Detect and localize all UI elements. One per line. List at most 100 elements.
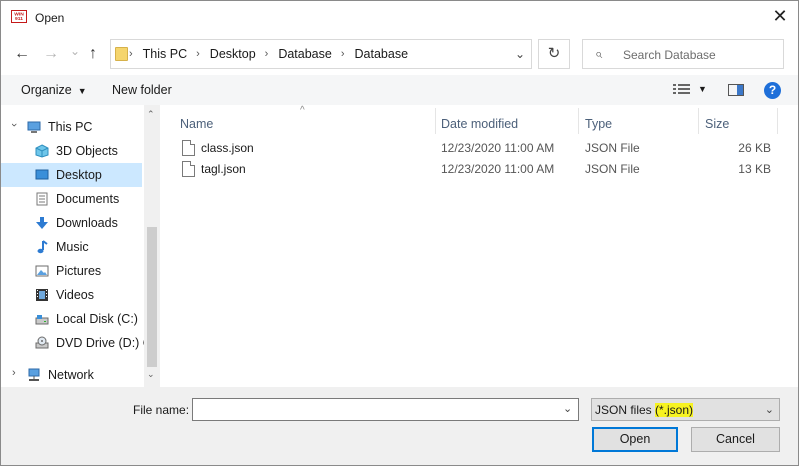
sidebar-item-label: Music xyxy=(56,240,89,254)
column-divider[interactable] xyxy=(777,108,778,134)
help-icon[interactable]: ? xyxy=(764,82,781,99)
caret-down-icon: ▼ xyxy=(77,86,87,96)
sidebar-item-local-disk[interactable]: Local Disk (C:) xyxy=(1,307,142,331)
preview-pane-icon[interactable] xyxy=(728,84,744,96)
file-name-field[interactable] xyxy=(192,398,579,421)
dvd-icon xyxy=(35,336,49,349)
document-icon xyxy=(36,192,48,206)
file-row[interactable]: class.json 12/23/2020 11:00 AM JSON File… xyxy=(160,138,780,159)
back-button[interactable]: ← xyxy=(14,46,30,62)
sidebar-item-this-pc[interactable]: › This PC xyxy=(1,115,142,139)
expand-chevron-icon[interactable]: › xyxy=(8,123,20,127)
sidebar-item-downloads[interactable]: Downloads xyxy=(1,211,142,235)
recent-locations-button[interactable]: ⌄ xyxy=(70,43,80,59)
sidebar-item-label: DVD Drive (D:) C xyxy=(56,336,144,350)
search-box[interactable]: ⌕ Search Database xyxy=(582,39,784,69)
column-divider[interactable] xyxy=(435,108,436,134)
expand-chevron-icon[interactable]: › xyxy=(12,367,16,379)
file-name: class.json xyxy=(201,141,254,155)
file-type-extension: (*.json) xyxy=(655,403,694,417)
app-logo-text: WIN 911 xyxy=(14,12,24,22)
file-row[interactable]: tagl.json 12/23/2020 11:00 AM JSON File … xyxy=(160,159,780,180)
column-divider[interactable] xyxy=(698,108,699,134)
file-type: JSON File xyxy=(585,162,640,176)
breadcrumb-this-pc[interactable]: This PC xyxy=(143,47,187,61)
download-icon xyxy=(36,217,48,229)
address-dropdown-icon[interactable]: ⌄ xyxy=(515,47,525,61)
sidebar-item-network[interactable]: › Network xyxy=(1,363,142,387)
sidebar-item-3d-objects[interactable]: 3D Objects xyxy=(1,139,142,163)
address-bar[interactable]: › This PC › Desktop › Database › Databas… xyxy=(110,39,532,69)
sidebar-item-label: 3D Objects xyxy=(56,144,118,158)
file-name-label: File name: xyxy=(133,403,190,417)
column-divider[interactable] xyxy=(578,108,579,134)
column-header-type[interactable]: Type xyxy=(585,108,695,134)
breadcrumb-separator[interactable]: › xyxy=(341,48,345,60)
sidebar-item-label: Network xyxy=(48,368,94,382)
up-arrow-icon: ↑ xyxy=(89,45,97,62)
scroll-up-icon[interactable]: ⌃ xyxy=(147,109,155,120)
scroll-down-icon[interactable]: ⌄ xyxy=(147,369,155,380)
sidebar-item-videos[interactable]: Videos xyxy=(1,283,142,307)
cancel-button[interactable]: Cancel xyxy=(691,427,780,452)
column-header-size[interactable]: Size xyxy=(705,108,775,134)
search-icon: ⌕ xyxy=(595,46,603,61)
file-size: 13 KB xyxy=(738,162,771,176)
file-name-dropdown-icon[interactable]: ⌄ xyxy=(563,402,572,415)
sidebar-item-documents[interactable]: Documents xyxy=(1,187,142,211)
file-type-label: JSON files xyxy=(595,403,656,417)
view-details-icon[interactable] xyxy=(673,83,691,95)
organize-label: Organize xyxy=(21,83,72,97)
sidebar-item-dvd-drive[interactable]: DVD Drive (D:) C xyxy=(1,331,144,355)
sidebar-item-label: Videos xyxy=(56,288,94,302)
refresh-icon: ↻ xyxy=(547,45,561,62)
chevron-down-icon: ⌄ xyxy=(764,404,774,416)
file-name: tagl.json xyxy=(201,162,246,176)
sidebar-item-pictures[interactable]: Pictures xyxy=(1,259,142,283)
music-icon xyxy=(37,240,48,254)
sidebar-item-desktop[interactable]: Desktop xyxy=(1,163,142,187)
sidebar-item-music[interactable]: Music xyxy=(1,235,142,259)
folder-icon xyxy=(115,47,128,61)
breadcrumb: › This PC › Desktop › Database › Databas… xyxy=(129,47,409,61)
dialog-footer: File name: ⌄ JSON files (*.json) ⌄ Open … xyxy=(1,387,798,465)
breadcrumb-separator: › xyxy=(129,48,133,60)
close-icon: ✕ xyxy=(772,6,788,26)
breadcrumb-separator[interactable]: › xyxy=(265,48,269,60)
new-folder-button[interactable]: New folder xyxy=(112,83,172,97)
sort-ascending-icon: ^ xyxy=(300,105,305,116)
scrollbar-thumb[interactable] xyxy=(147,227,157,367)
file-icon xyxy=(182,161,195,177)
navigation-pane: › This PC 3D Objects Desktop Documents D… xyxy=(1,105,144,387)
sidebar-item-label: Documents xyxy=(56,192,120,206)
sidebar-item-label: Pictures xyxy=(56,264,102,278)
up-button[interactable]: ↑ xyxy=(89,46,97,62)
search-input[interactable]: Search Database xyxy=(623,48,716,62)
organize-button[interactable]: Organize ▼ xyxy=(21,83,87,97)
column-header-name[interactable]: ^ Name xyxy=(180,105,430,134)
file-type: JSON File xyxy=(585,141,640,155)
navigation-pane-scrollbar[interactable]: ⌃ ⌄ xyxy=(144,105,160,387)
column-header-label: Size xyxy=(705,117,730,131)
refresh-button[interactable]: ↻ xyxy=(538,39,570,69)
app-logo-icon: WIN 911 xyxy=(11,10,27,23)
forward-arrow-icon: → xyxy=(43,45,59,62)
file-type-select[interactable]: JSON files (*.json) ⌄ xyxy=(591,398,780,421)
column-header-label: Name xyxy=(180,117,214,131)
close-button[interactable]: ✕ xyxy=(770,7,790,27)
column-header-date-modified[interactable]: Date modified xyxy=(441,108,571,134)
file-list: ^ Name Date modified Type Size class.jso… xyxy=(160,105,798,387)
open-dialog: WIN 911 Open ✕ ← → ⌄ ↑ › This PC › Deskt… xyxy=(0,0,799,466)
open-button[interactable]: Open xyxy=(592,427,678,452)
forward-button[interactable]: → xyxy=(43,46,59,62)
breadcrumb-database-parent[interactable]: Database xyxy=(278,47,332,61)
breadcrumb-database-current[interactable]: Database xyxy=(355,47,409,61)
column-header-label: Date modified xyxy=(441,117,519,131)
view-options-caret-icon[interactable]: ▼ xyxy=(698,84,707,94)
back-arrow-icon: ← xyxy=(14,45,30,62)
breadcrumb-separator[interactable]: › xyxy=(196,48,200,60)
breadcrumb-desktop[interactable]: Desktop xyxy=(210,47,256,61)
chevron-down-icon: ⌄ xyxy=(70,44,81,58)
sidebar-item-label: This PC xyxy=(48,120,93,134)
file-icon xyxy=(182,140,195,156)
